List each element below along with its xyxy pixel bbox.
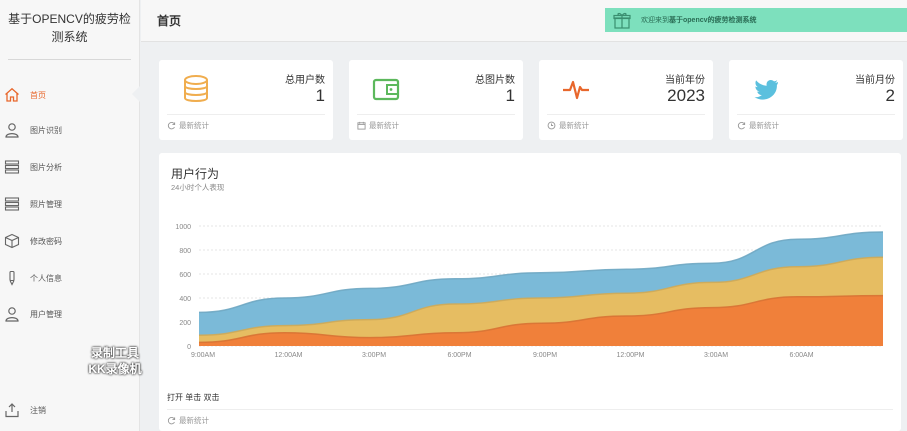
x-tick-label: 9:00PM <box>533 352 557 359</box>
x-tick-label: 9:00AM <box>191 352 215 359</box>
refresh-icon <box>737 121 746 130</box>
box-icon <box>4 233 20 249</box>
card-footer-text: 最新统计 <box>369 121 399 130</box>
recorder-watermark: 录制工具 KK录像机 <box>80 345 150 377</box>
y-tick-label: 200 <box>179 320 191 327</box>
watermark-line: 录制工具 <box>90 346 139 360</box>
page-title: 首页 <box>157 14 182 28</box>
user-behavior-card: 用户行为 24小时个人表现 0 200 400 600 800 1000 9:00AM 12:… <box>159 153 901 431</box>
clock-icon <box>547 121 556 130</box>
welcome-banner: 欢迎来到基于opencv的疲劳检测系统 <box>605 8 907 32</box>
card-footer: 最新统计 <box>357 120 399 131</box>
x-tick-label: 6:00PM <box>447 352 471 359</box>
calendar-icon <box>357 121 366 130</box>
stat-card-images: 总图片数 1 最新统计 <box>349 60 523 140</box>
card-divider <box>167 114 325 115</box>
active-item-pointer <box>132 86 140 102</box>
x-tick-label: 3:00PM <box>362 352 386 359</box>
card-title: 总图片数 <box>475 75 515 86</box>
chart-divider <box>167 409 893 410</box>
card-divider <box>737 114 895 115</box>
chart-footer-text: 最新统计 <box>179 416 209 425</box>
area-chart: 0 200 400 600 800 1000 9:00AM 12:00AM 3:00PM 6:00… <box>175 224 884 359</box>
card-footer: 最新统计 <box>737 120 779 131</box>
sidebar-item-label: 注销 <box>30 405 46 415</box>
home-icon <box>4 87 20 103</box>
card-value: 1 <box>505 86 515 105</box>
card-footer-text: 最新统计 <box>749 121 779 130</box>
welcome-system-name: 基于opencv的疲劳检测系统 <box>669 17 757 24</box>
welcome-text: 欢迎来到基于opencv的疲劳检测系统 <box>641 15 757 25</box>
chart-footer: 最新统计 <box>167 415 209 426</box>
x-tick-label: 6:00AM <box>789 352 813 359</box>
refresh-icon <box>167 121 176 130</box>
card-footer-text: 最新统计 <box>179 121 209 130</box>
stat-card-year: 当前年份 2023 最新统计 <box>539 60 713 140</box>
twitter-icon <box>751 74 781 104</box>
sidebar-item-label: 个人信息 <box>30 273 62 283</box>
sidebar-item-label: 图片识别 <box>30 125 62 135</box>
card-divider <box>547 114 705 115</box>
x-tick-label: 12:00AM <box>274 352 302 359</box>
card-footer: 最新统计 <box>547 120 589 131</box>
logout-icon <box>4 402 20 418</box>
sidebar-item-profile[interactable]: 个人信息 <box>0 267 140 289</box>
user-icon <box>4 306 20 322</box>
app-brand: 基于OPENCV的疲劳检测系统 <box>8 0 131 60</box>
y-tick-label: 0 <box>187 344 191 351</box>
card-value: 2023 <box>667 86 705 105</box>
card-value: 2 <box>885 86 895 105</box>
stat-card-users: 总用户数 1 最新统计 <box>159 60 333 140</box>
list-icon <box>4 196 20 212</box>
y-tick-label: 800 <box>179 248 191 255</box>
card-title: 总用户数 <box>285 75 325 86</box>
sidebar-item-logout[interactable]: 注销 <box>0 399 140 421</box>
database-icon <box>181 74 211 104</box>
gift-icon <box>613 11 631 29</box>
sidebar-item-label: 图片分析 <box>30 162 62 172</box>
wallet-icon <box>371 74 401 104</box>
sidebar-item-change-password[interactable]: 修改密码 <box>0 230 140 252</box>
user-icon <box>4 122 20 138</box>
sidebar-item-image-analysis[interactable]: 图片分析 <box>0 156 140 178</box>
sidebar-item-user-management[interactable]: 用户管理 <box>0 303 140 325</box>
stat-card-month: 当前月份 2 最新统计 <box>729 60 903 140</box>
watermark-line: KK录像机 <box>88 362 142 376</box>
card-title: 当前年份 <box>665 75 705 86</box>
sidebar-item-home[interactable]: 首页 <box>0 84 140 106</box>
refresh-icon <box>167 416 176 425</box>
welcome-prefix: 欢迎来到 <box>641 17 669 24</box>
sidebar-item-image-recognition[interactable]: 图片识别 <box>0 119 140 141</box>
top-bar: 首页 欢迎来到基于opencv的疲劳检测系统 <box>141 0 907 42</box>
card-divider <box>357 114 515 115</box>
sidebar-item-label: 用户管理 <box>30 309 62 319</box>
x-tick-label: 3:00AM <box>704 352 728 359</box>
chart-legend: 打开 单击 双击 <box>167 393 220 402</box>
card-footer: 最新统计 <box>167 120 209 131</box>
card-footer-text: 最新统计 <box>559 121 589 130</box>
list-icon <box>4 159 20 175</box>
y-tick-label: 400 <box>179 296 191 303</box>
y-tick-label: 1000 <box>175 224 191 231</box>
card-value: 1 <box>315 86 325 105</box>
y-tick-label: 600 <box>179 272 191 279</box>
sidebar-item-photo-management[interactable]: 照片管理 <box>0 193 140 215</box>
sidebar-item-label: 照片管理 <box>30 199 62 209</box>
sidebar-item-label: 首页 <box>30 90 46 100</box>
pulse-icon <box>561 74 591 104</box>
card-title: 当前月份 <box>855 75 895 86</box>
pen-icon <box>4 270 20 286</box>
x-tick-label: 12:00PM <box>616 352 644 359</box>
sidebar-item-label: 修改密码 <box>30 236 62 246</box>
